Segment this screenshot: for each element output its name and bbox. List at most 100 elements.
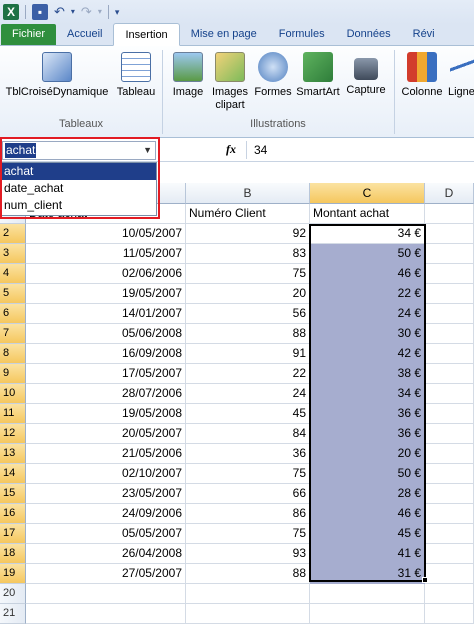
table-cell-empty[interactable] (425, 444, 474, 464)
table-cell-client[interactable]: 91 (186, 344, 310, 364)
row-header[interactable]: 5 (0, 284, 26, 304)
table-cell-client[interactable]: 84 (186, 424, 310, 444)
table-cell-client[interactable]: 24 (186, 384, 310, 404)
table-cell-date[interactable]: 23/05/2007 (26, 484, 186, 504)
table-cell-date[interactable]: 28/07/2006 (26, 384, 186, 404)
table-cell-amount[interactable]: 22 € (310, 284, 425, 304)
dropdown-arrow-icon[interactable]: ▾ (71, 4, 75, 20)
smartart-button[interactable]: SmartArt (294, 52, 342, 99)
table-cell-client[interactable]: 75 (186, 524, 310, 544)
cell-d1[interactable] (425, 204, 474, 224)
table-cell-empty[interactable] (425, 304, 474, 324)
column-header-d[interactable]: D (425, 183, 474, 204)
table-cell-date[interactable]: 17/05/2007 (26, 364, 186, 384)
table-cell-amount[interactable]: 24 € (310, 304, 425, 324)
table-cell-empty[interactable] (425, 284, 474, 304)
table-cell-client[interactable]: 66 (186, 484, 310, 504)
cell-c1[interactable]: Montant achat (310, 204, 425, 224)
table-cell-client[interactable]: 22 (186, 364, 310, 384)
row-header[interactable]: 18 (0, 544, 26, 564)
tab-accueil[interactable]: Accueil (56, 23, 113, 45)
table-cell-client[interactable]: 83 (186, 244, 310, 264)
column-header-c[interactable]: C (310, 183, 425, 204)
dropdown-item-num-client[interactable]: num_client (1, 197, 156, 214)
table-cell-date[interactable]: 26/04/2008 (26, 544, 186, 564)
table-cell-date[interactable]: 24/09/2006 (26, 504, 186, 524)
row-header[interactable]: 3 (0, 244, 26, 264)
table-cell-empty[interactable] (425, 564, 474, 584)
table-cell-amount[interactable]: 34 € (310, 224, 425, 244)
row-header[interactable]: 20 (0, 584, 26, 604)
row-header[interactable]: 4 (0, 264, 26, 284)
row-header[interactable]: 21 (0, 604, 26, 624)
table-cell-amount[interactable]: 34 € (310, 384, 425, 404)
tab-formules[interactable]: Formules (268, 23, 336, 45)
table-cell-date[interactable] (26, 604, 186, 624)
table-cell-empty[interactable] (425, 264, 474, 284)
table-cell-amount[interactable]: 20 € (310, 444, 425, 464)
table-cell-empty[interactable] (425, 484, 474, 504)
table-cell-amount[interactable]: 46 € (310, 504, 425, 524)
table-cell-empty[interactable] (425, 324, 474, 344)
table-button[interactable]: Tableau (114, 52, 158, 99)
table-cell-amount[interactable]: 36 € (310, 404, 425, 424)
table-cell-amount[interactable]: 46 € (310, 264, 425, 284)
column-chart-button[interactable]: Colonne (398, 52, 446, 99)
table-cell-date[interactable]: 19/05/2008 (26, 404, 186, 424)
line-chart-button[interactable]: Ligne (448, 52, 474, 99)
table-cell-date[interactable] (26, 584, 186, 604)
table-cell-amount[interactable]: 28 € (310, 484, 425, 504)
table-cell-empty[interactable] (425, 244, 474, 264)
table-cell-client[interactable] (186, 584, 310, 604)
table-cell-date[interactable]: 05/05/2007 (26, 524, 186, 544)
table-cell-amount[interactable]: 30 € (310, 324, 425, 344)
table-cell-client[interactable]: 75 (186, 264, 310, 284)
table-cell-date[interactable]: 20/05/2007 (26, 424, 186, 444)
table-cell-date[interactable]: 16/09/2008 (26, 344, 186, 364)
chevron-down-icon[interactable]: ▼ (143, 143, 152, 158)
row-header[interactable]: 9 (0, 364, 26, 384)
table-cell-empty[interactable] (425, 604, 474, 624)
clipart-button[interactable]: Images clipart (208, 52, 252, 112)
table-cell-client[interactable] (186, 604, 310, 624)
tab-mise-en-page[interactable]: Mise en page (180, 23, 268, 45)
shapes-button[interactable]: Formes (252, 52, 294, 99)
tab-revision[interactable]: Révi (402, 23, 446, 45)
table-cell-amount[interactable]: 45 € (310, 524, 425, 544)
name-box-value[interactable]: achat (5, 143, 37, 158)
row-header[interactable]: 8 (0, 344, 26, 364)
table-cell-amount[interactable]: 38 € (310, 364, 425, 384)
table-cell-date[interactable]: 21/05/2006 (26, 444, 186, 464)
table-cell-empty[interactable] (425, 504, 474, 524)
column-header-b[interactable]: B (186, 183, 310, 204)
row-header[interactable]: 6 (0, 304, 26, 324)
table-cell-empty[interactable] (425, 364, 474, 384)
undo-icon[interactable]: ↶ (54, 4, 65, 20)
row-header[interactable]: 2 (0, 224, 26, 244)
table-cell-amount[interactable]: 31 € (310, 564, 425, 584)
table-cell-empty[interactable] (425, 524, 474, 544)
table-cell-date[interactable]: 05/06/2008 (26, 324, 186, 344)
table-cell-client[interactable]: 75 (186, 464, 310, 484)
table-cell-amount[interactable]: 50 € (310, 244, 425, 264)
table-cell-empty[interactable] (425, 224, 474, 244)
table-cell-empty[interactable] (425, 584, 474, 604)
tab-donnees[interactable]: Données (336, 23, 402, 45)
table-cell-amount[interactable] (310, 584, 425, 604)
table-cell-amount[interactable]: 50 € (310, 464, 425, 484)
capture-button[interactable]: Capture (342, 52, 390, 97)
row-header[interactable]: 12 (0, 424, 26, 444)
table-cell-empty[interactable] (425, 404, 474, 424)
row-header[interactable]: 13 (0, 444, 26, 464)
name-box[interactable]: achat ▼ (2, 141, 156, 160)
table-cell-client[interactable]: 45 (186, 404, 310, 424)
table-cell-empty[interactable] (425, 384, 474, 404)
formula-input[interactable]: 34 (254, 143, 267, 157)
table-cell-date[interactable]: 02/06/2006 (26, 264, 186, 284)
table-cell-empty[interactable] (425, 464, 474, 484)
image-button[interactable]: Image (168, 52, 208, 99)
redo-icon[interactable]: ↷ (81, 4, 92, 20)
table-cell-empty[interactable] (425, 424, 474, 444)
row-header[interactable]: 19 (0, 564, 26, 584)
table-cell-date[interactable]: 11/05/2007 (26, 244, 186, 264)
